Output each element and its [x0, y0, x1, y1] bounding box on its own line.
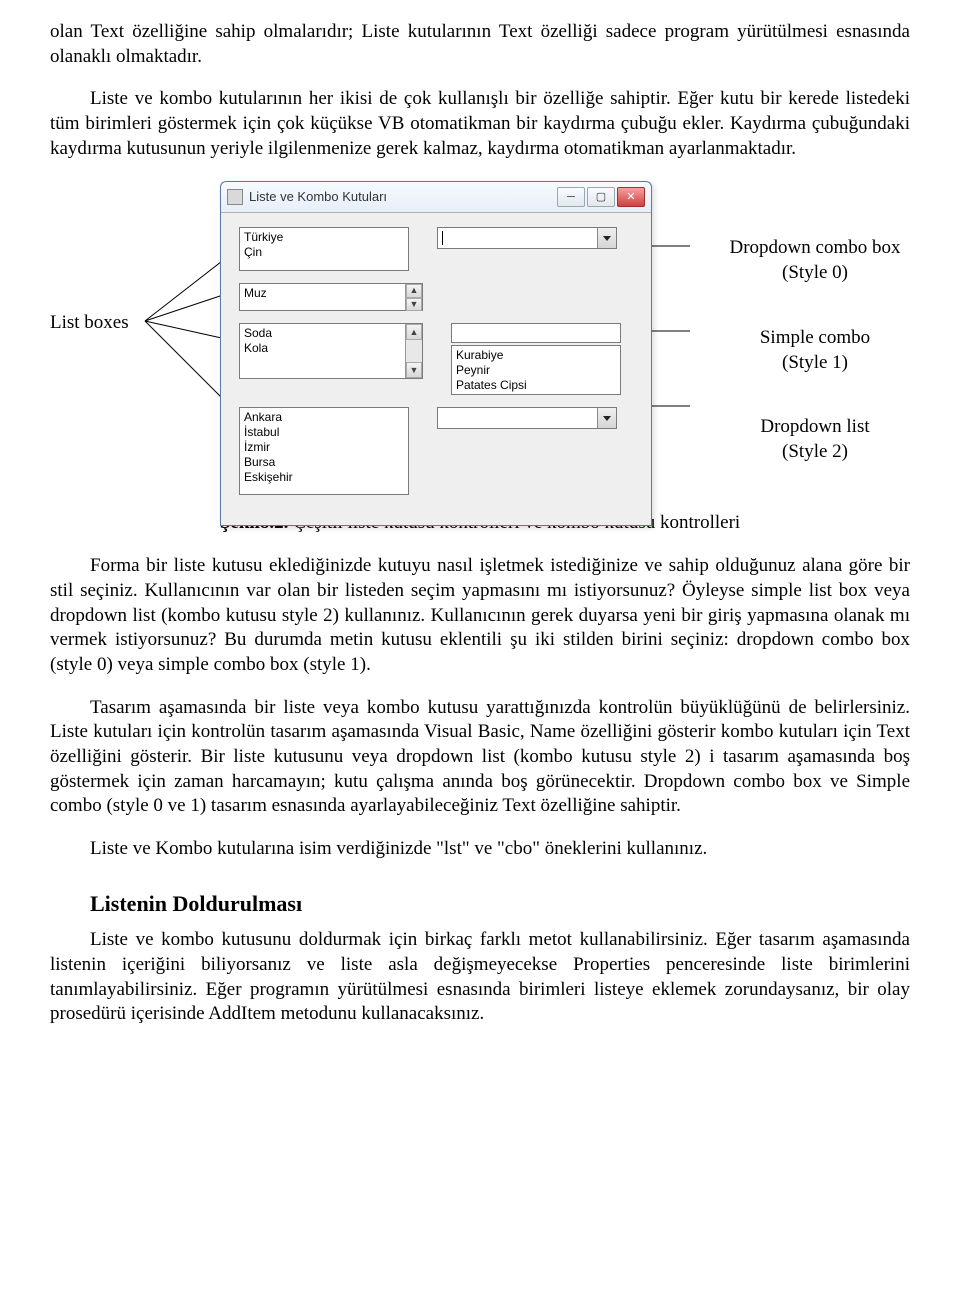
scroll-up-icon[interactable]: ▲ [406, 284, 422, 297]
listbox-3[interactable]: Soda Kola ▲ ▼ [239, 323, 423, 379]
listbox-1[interactable]: Türkiye Çin [239, 227, 409, 271]
simple-combo-input[interactable] [451, 323, 621, 343]
label-dropdown-combo: Dropdown combo box (Style 0) [710, 236, 920, 285]
simple-combo-list[interactable]: Kurabiye Peynir Patates Cipsi [451, 345, 621, 395]
listbox-2[interactable]: Muz ▲ ▼ [239, 283, 423, 311]
paragraph-3: Forma bir liste kutusu eklediğinizde kut… [50, 554, 910, 677]
scrollbar[interactable]: ▲ ▼ [405, 284, 422, 310]
paragraph-6: Liste ve kombo kutusunu doldurmak için b… [50, 928, 910, 1027]
titlebar[interactable]: Liste ve Kombo Kutuları ─ ▢ ✕ [221, 182, 651, 213]
combo-dropdown-0[interactable] [437, 227, 617, 249]
dropdown-button-icon[interactable] [597, 228, 616, 248]
paragraph-2: Liste ve kombo kutularının her ikisi de … [50, 87, 910, 161]
figure: List boxes Dropdown combo box (Style 0) … [50, 181, 910, 501]
label-dropdown-list: Dropdown list (Style 2) [710, 415, 920, 464]
dropdown-button-icon[interactable] [597, 408, 616, 428]
paragraph-4: Tasarım aşamasında bir liste veya kombo … [50, 696, 910, 819]
window-icon [227, 189, 243, 205]
right-labels: Dropdown combo box (Style 0) Simple comb… [710, 236, 920, 504]
scroll-down-icon[interactable]: ▼ [406, 298, 422, 311]
form-body: Türkiye Çin Muz ▲ ▼ [221, 213, 651, 525]
scrollbar[interactable]: ▲ ▼ [405, 324, 422, 378]
vb-window: Liste ve Kombo Kutuları ─ ▢ ✕ Türkiye Çi… [220, 181, 652, 526]
combo-dropdown-2[interactable] [437, 407, 617, 429]
minimize-button[interactable]: ─ [557, 187, 585, 207]
label-list-boxes: List boxes [50, 311, 129, 336]
section-heading: Listenin Doldurulması [90, 890, 910, 919]
scroll-down-icon[interactable]: ▼ [406, 362, 422, 378]
maximize-button[interactable]: ▢ [587, 187, 615, 207]
window-title: Liste ve Kombo Kutuları [249, 189, 557, 206]
paragraph-1: olan Text özelliğine sahip olmalarıdır; … [50, 20, 910, 69]
simple-combo[interactable]: Kurabiye Peynir Patates Cipsi [451, 323, 621, 395]
close-button[interactable]: ✕ [617, 187, 645, 207]
text-cursor [442, 231, 443, 245]
listbox-4[interactable]: Ankara İstabul İzmir Bursa Eskişehir [239, 407, 409, 495]
scroll-up-icon[interactable]: ▲ [406, 324, 422, 340]
label-simple-combo: Simple combo (Style 1) [710, 326, 920, 375]
paragraph-5: Liste ve Kombo kutularına isim verdiğini… [50, 837, 910, 862]
